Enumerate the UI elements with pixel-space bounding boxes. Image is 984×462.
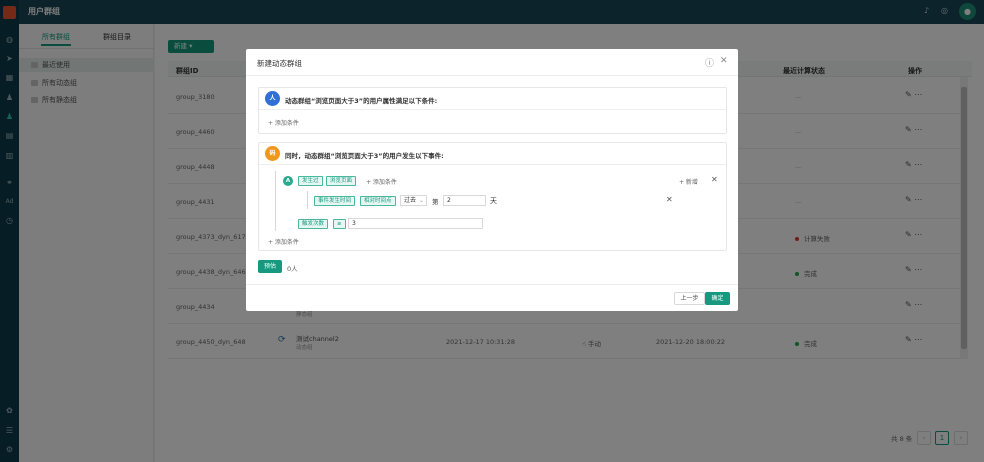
sub-bracket [307,191,308,209]
dialog-title: 新建动态群组 [257,59,302,68]
section-header: 人 动态群组“浏览页面大于3”的用户属性满足以下条件: [259,88,726,110]
user-attribute-icon: 人 [265,91,280,106]
estimate-button[interactable]: 预估 [258,260,282,273]
add-condition-inline[interactable]: + 添加条件 [366,177,397,186]
close-icon[interactable]: ✕ [720,56,728,66]
operator-tag[interactable]: ≥ [333,219,346,229]
dialog-footer-divider [246,284,738,285]
time-value-input[interactable]: 2 [443,195,486,206]
new-event-button[interactable]: + 新增 [679,177,698,186]
new-dynamic-group-dialog: 新建动态群组 ⓘ ✕ 人 动态群组“浏览页面大于3”的用户属性满足以下条件: +… [246,49,738,311]
event-condition-tag[interactable]: 发生过 [298,176,323,186]
dialog-header-divider [246,75,738,76]
estimate-result: 0人 [287,265,298,273]
add-condition-link[interactable]: + 添加条件 [268,237,299,246]
time-condition-tag[interactable]: 事件发生时间 [314,196,356,206]
section-header: 码 同时，动态群组“浏览页面大于3”的用户发生以下事件: [259,143,726,165]
remove-event-icon[interactable]: ✕ [711,175,718,184]
help-icon[interactable]: ⓘ [705,56,714,69]
confirm-button[interactable]: 确定 [705,292,730,305]
user-event-section: 码 同时，动态群组“浏览页面大于3”的用户发生以下事件: A 发生过 浏览页面 … [258,142,727,251]
trigger-count-input[interactable]: 3 [348,218,483,229]
add-condition-link[interactable]: + 添加条件 [268,118,299,127]
trigger-count-tag[interactable]: 触发次数 [298,219,329,229]
user-attribute-section: 人 动态群组“浏览页面大于3”的用户属性满足以下条件: + 添加条件 [258,87,727,134]
remove-time-icon[interactable]: ✕ [666,195,673,204]
relative-time-tag[interactable]: 相对时间点 [360,196,396,206]
time-range-select[interactable]: 过去 ⌄ [400,195,427,206]
event-name-tag[interactable]: 浏览页面 [326,176,357,186]
condition-bracket [275,171,276,231]
chevron-down-icon: ⌄ [418,197,424,204]
user-event-icon: 码 [265,146,280,161]
prev-step-button[interactable]: 上一步 [674,292,705,305]
event-letter-badge: A [283,176,293,186]
